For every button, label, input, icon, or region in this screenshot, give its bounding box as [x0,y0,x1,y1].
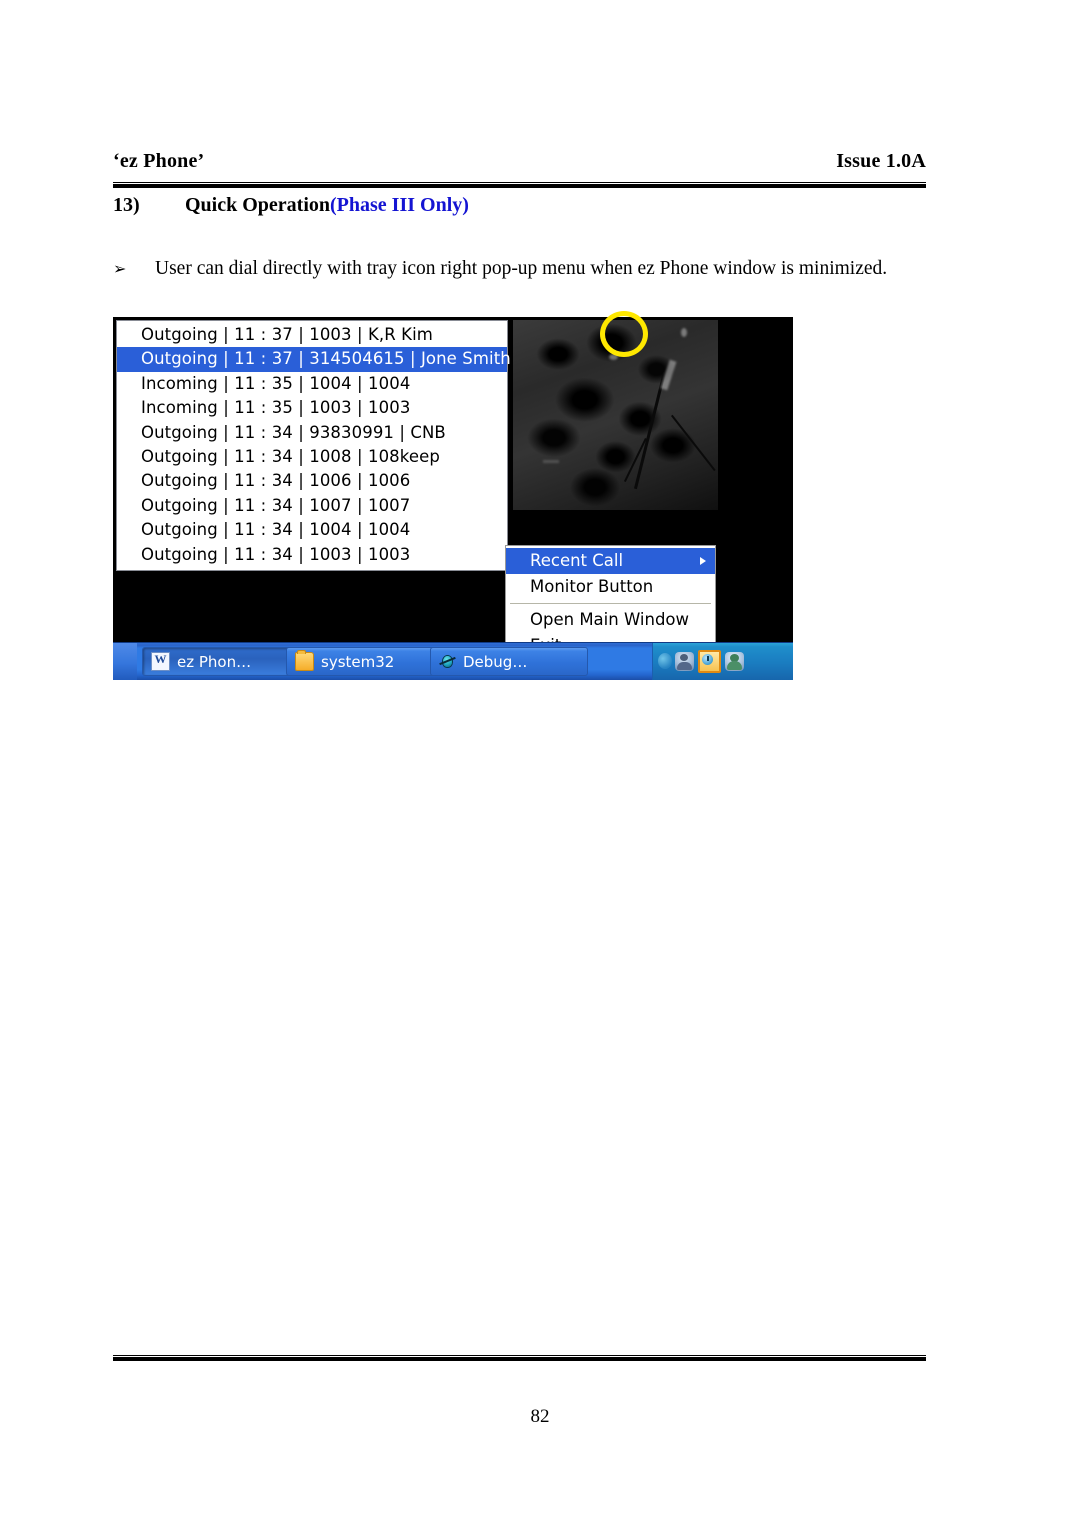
arrow-bullet-icon: ➢ [113,259,127,278]
word-document-icon [151,652,170,671]
list-item[interactable]: Outgoing | 11 : 34 | 1006 | 1006 [117,469,507,493]
header-title-left: ‘ez Phone’ [113,150,205,172]
body-paragraph: ➢ User can dial directly with tray icon r… [113,258,953,280]
recent-call-list[interactable]: Outgoing | 11 : 37 | 1003 | K,R Kim Outg… [116,320,511,571]
menu-item-label: Recent Call [530,551,624,570]
list-item[interactable]: Outgoing | 11 : 34 | 1004 | 1004 [117,518,507,542]
menu-separator [510,603,711,604]
taskbar-button-label: Debug… [463,652,528,671]
submenu-arrow-icon [700,557,706,565]
list-item[interactable]: Outgoing | 11 : 34 | 1008 | 108keep [117,445,507,469]
section-heading: 13) Quick Operation(Phase III Only) [113,194,926,217]
network-person-icon[interactable] [675,652,694,671]
document-header: ‘ez Phone’ Issue 1.0A [113,150,926,173]
user-account-icon[interactable] [725,652,744,671]
menu-item-label: Open Main Window [530,610,690,629]
menu-item-label: Monitor Button [530,577,654,596]
list-item[interactable]: Outgoing | 11 : 34 | 1003 | 1003 [117,543,507,567]
taskbar-button-label: ez Phon… [177,652,252,671]
menu-item-monitor-button[interactable]: Monitor Button [506,574,715,600]
list-item[interactable]: Outgoing | 11 : 34 | 93830991 | CNB [117,421,507,445]
list-item[interactable]: Outgoing | 11 : 37 | 1003 | K,R Kim [117,323,507,347]
section-title: Quick Operation [185,194,331,216]
taskbar-button-ez-phone[interactable]: ez Phon… [142,647,300,676]
tray-expand-chevron-icon[interactable] [658,653,672,669]
desktop-wallpaper [513,320,718,510]
list-item[interactable]: Incoming | 11 : 35 | 1004 | 1004 [117,372,507,396]
embedded-screenshot: Outgoing | 11 : 37 | 1003 | K,R Kim Outg… [113,317,793,680]
taskbar-button-debug[interactable]: Debug… [430,647,588,676]
system-tray [652,643,793,680]
taskbar-button-label: system32 [321,652,395,671]
section-title-accent: (Phase III Only) [330,194,469,216]
bug-icon [439,653,456,670]
document-page: ‘ez Phone’ Issue 1.0A 13) Quick Operation… [0,0,1080,1528]
section-number: 13) [113,194,140,216]
windows-taskbar: ez Phon… system32 Debug… [113,642,793,680]
list-item[interactable]: Outgoing | 11 : 34 | 1007 | 1007 [117,494,507,518]
header-issue-right: Issue 1.0A [836,150,926,172]
taskbar-button-system32[interactable]: system32 [286,647,444,676]
folder-icon [295,650,314,671]
ez-phone-tray-icon[interactable] [698,650,721,673]
body-text: User can dial directly with tray icon ri… [155,258,888,279]
page-number: 82 [530,1406,550,1427]
header-divider-rule [113,182,926,188]
start-button-area[interactable] [113,643,137,680]
menu-item-recent-call[interactable]: Recent Call [506,548,715,574]
list-item[interactable]: Incoming | 11 : 35 | 1003 | 1003 [117,396,507,420]
footer-divider-rule [113,1355,926,1361]
list-item[interactable]: Outgoing | 11 : 37 | 314504615 | Jone Sm… [117,347,511,372]
menu-item-open-main-window[interactable]: Open Main Window [506,607,715,633]
